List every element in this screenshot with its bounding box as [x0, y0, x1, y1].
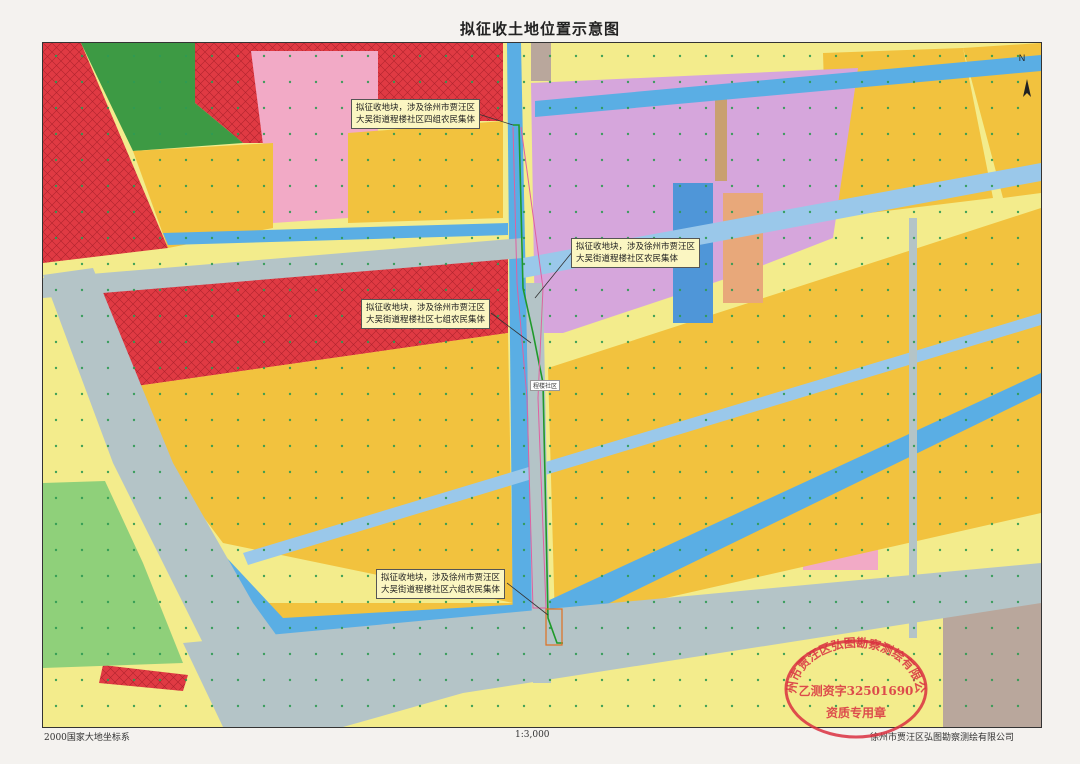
land-use-map: 拟征收地块，涉及徐州市贾汪区 大吴街道程楼社区四组农民集体 拟征收地块，涉及徐州…	[42, 42, 1042, 728]
stamp-cert: 乙测资字32501690	[799, 683, 914, 698]
north-label: N	[1018, 53, 1026, 63]
map-scale: 1:3,000	[515, 730, 550, 740]
official-seal-stamp: 徐州市贾汪区弘图勘察测绘有限公司 乙测资字32501690 资质专用章	[782, 633, 928, 739]
callout-group-6: 拟征收地块，涉及徐州市贾汪区 大吴街道程楼社区六组农民集体	[376, 569, 506, 599]
callout-group-7: 拟征收地块，涉及徐州市贾汪区 大吴街道程楼社区七组农民集体	[361, 299, 491, 329]
callout-group-4: 拟征收地块，涉及徐州市贾汪区 大吴街道程楼社区四组农民集体	[351, 99, 481, 129]
callout-collective: 拟征收地块，涉及徐州市贾汪区 大吴街道程楼社区农民集体	[571, 238, 701, 268]
page-title: 拟征收土地位置示意图	[459, 20, 620, 38]
coordinate-system: 2000国家大地坐标系	[44, 733, 130, 743]
road-label: 程楼社区	[530, 380, 561, 391]
stamp-seal-type: 资质专用章	[826, 705, 886, 720]
